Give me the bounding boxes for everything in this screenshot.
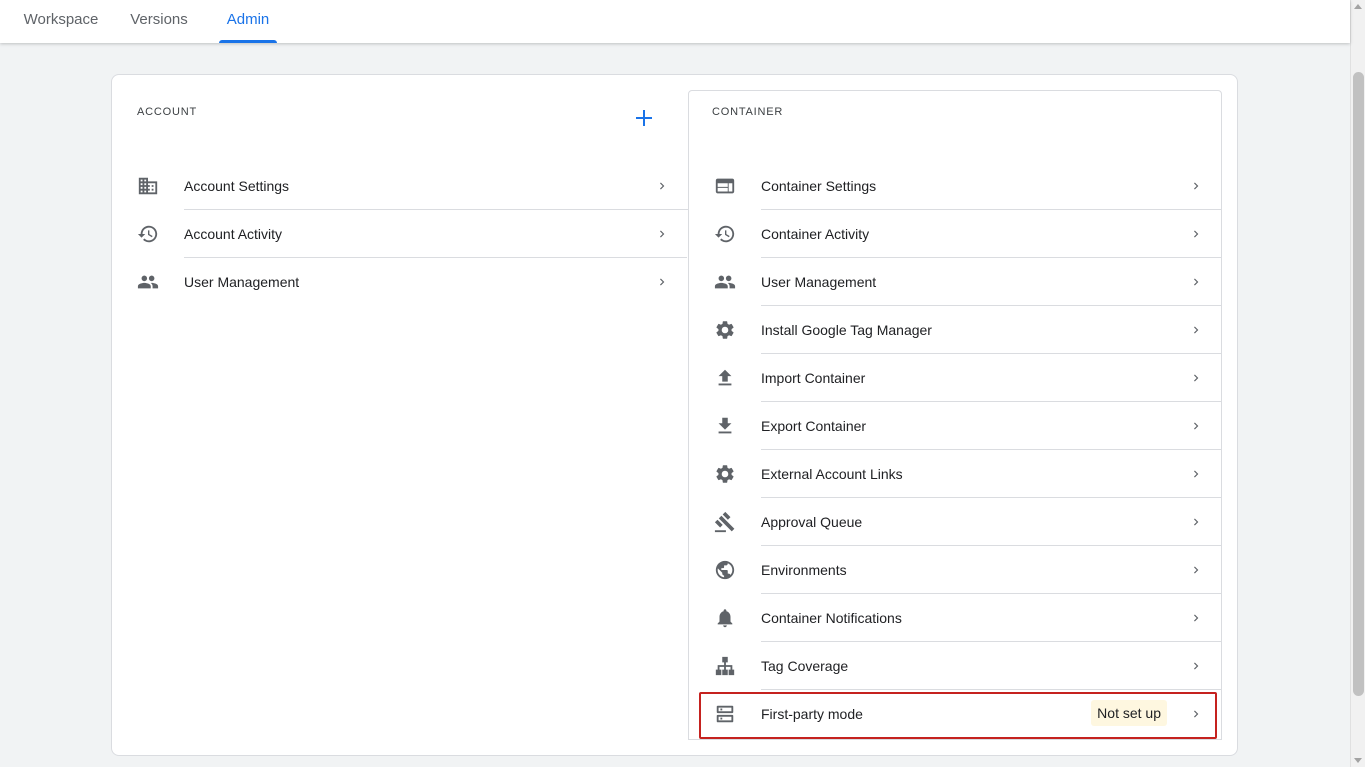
tab-admin[interactable]: Admin [219, 0, 277, 43]
upload-icon [713, 368, 737, 388]
container-user-management-label: User Management [761, 274, 877, 290]
tab-workspace-label: Workspace [23, 11, 99, 28]
first-party-mode-label: First-party mode [761, 706, 863, 722]
download-icon [713, 416, 737, 436]
browser-window-icon [713, 176, 737, 196]
active-tab-indicator [219, 40, 277, 43]
chevron-right-icon [1189, 467, 1203, 481]
export-container-label: Export Container [761, 418, 867, 434]
account-settings-label: Account Settings [184, 178, 290, 194]
chevron-right-icon [1189, 659, 1203, 673]
bell-icon [713, 608, 737, 628]
top-tab-bar: Workspace Versions Admin [0, 0, 1350, 43]
chevron-right-icon [1189, 707, 1203, 721]
chevron-right-icon [1189, 419, 1203, 433]
globe-icon [713, 560, 737, 580]
container-notifications-row[interactable]: Container Notifications [689, 594, 1221, 642]
account-heading: ACCOUNT [137, 106, 197, 118]
account-user-management-label: User Management [184, 274, 300, 290]
external-account-links-row[interactable]: External Account Links [689, 450, 1221, 498]
chevron-right-icon [1189, 179, 1203, 193]
page-scrollbar[interactable] [1350, 0, 1365, 767]
account-settings-row[interactable]: Account Settings [112, 162, 688, 210]
chevron-right-icon [655, 179, 669, 193]
container-heading: CONTAINER [712, 106, 784, 118]
building-icon [136, 176, 160, 196]
hierarchy-icon [713, 656, 737, 676]
container-user-management-row[interactable]: User Management [689, 258, 1221, 306]
chevron-right-icon [1189, 227, 1203, 241]
install-gtm-row[interactable]: Install Google Tag Manager [689, 306, 1221, 354]
chevron-right-icon [1189, 275, 1203, 289]
approval-queue-row[interactable]: Approval Queue [689, 498, 1221, 546]
scroll-down-arrow-icon[interactable] [1354, 758, 1362, 763]
people-icon [136, 272, 160, 292]
first-party-mode-row[interactable]: First-party mode Not set up [689, 690, 1221, 738]
chevron-right-icon [1189, 563, 1203, 577]
tab-versions[interactable]: Versions [122, 0, 196, 43]
chevron-right-icon [1189, 323, 1203, 337]
account-section: ACCOUNT Account Settings Account Activit… [112, 75, 688, 755]
export-container-row[interactable]: Export Container [689, 402, 1221, 450]
tag-coverage-row[interactable]: Tag Coverage [689, 642, 1221, 690]
external-account-links-label: External Account Links [761, 466, 903, 482]
chevron-right-icon [1189, 515, 1203, 529]
import-container-row[interactable]: Import Container [689, 354, 1221, 402]
install-gtm-label: Install Google Tag Manager [761, 322, 932, 338]
chevron-right-icon [655, 227, 669, 241]
account-user-management-row[interactable]: User Management [112, 258, 687, 306]
container-activity-label: Container Activity [761, 226, 870, 242]
tab-workspace[interactable]: Workspace [12, 0, 110, 43]
admin-card: ACCOUNT Account Settings Account Activit… [111, 74, 1238, 756]
gear-icon [713, 320, 737, 340]
environments-label: Environments [761, 562, 847, 578]
status-badge: Not set up [1091, 700, 1167, 726]
add-account-button[interactable] [631, 105, 657, 131]
tab-admin-label: Admin [226, 11, 270, 28]
tag-coverage-label: Tag Coverage [761, 658, 849, 674]
tab-versions-label: Versions [130, 11, 188, 28]
account-activity-row[interactable]: Account Activity [112, 210, 687, 258]
chevron-right-icon [1189, 371, 1203, 385]
gavel-icon [713, 511, 737, 533]
container-settings-label: Container Settings [761, 178, 877, 194]
import-container-label: Import Container [761, 370, 866, 386]
container-activity-row[interactable]: Container Activity [689, 210, 1221, 258]
account-activity-label: Account Activity [184, 226, 283, 242]
chevron-right-icon [655, 275, 669, 289]
history-icon [136, 224, 160, 244]
people-icon [713, 272, 737, 292]
scroll-up-arrow-icon[interactable] [1354, 4, 1362, 9]
container-notifications-label: Container Notifications [761, 610, 902, 626]
chevron-right-icon [1189, 611, 1203, 625]
history-icon [713, 224, 737, 244]
environments-row[interactable]: Environments [689, 546, 1221, 594]
container-settings-row[interactable]: Container Settings [689, 162, 1221, 210]
server-icon [713, 704, 737, 724]
container-section: CONTAINER Container Settings Container A… [688, 90, 1222, 740]
approval-queue-label: Approval Queue [761, 514, 863, 530]
scroll-thumb[interactable] [1353, 72, 1364, 696]
gear-icon [713, 464, 737, 484]
